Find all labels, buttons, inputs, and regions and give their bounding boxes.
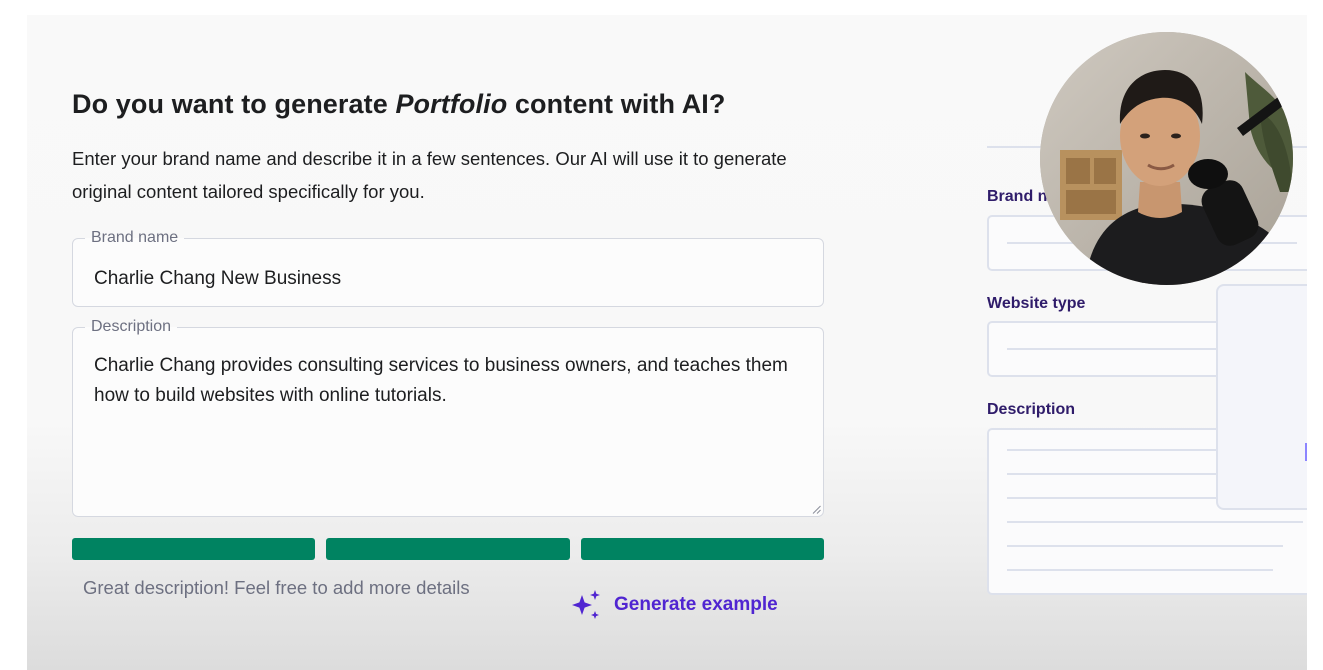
description-label: Description [91,318,172,335]
strength-segment [72,538,316,560]
description-textarea[interactable]: Charlie Chang provides consulting servic… [94,351,804,411]
description-field[interactable]: Description Charlie Chang provides consu… [72,318,824,517]
preview-description-label: Description [987,401,1076,418]
page-title: Do you want to generate Portfolio conten… [72,89,726,120]
sparkles-icon [572,590,600,619]
strength-segment [580,538,824,560]
brand-name-input[interactable]: Charlie Chang New Business [94,264,341,294]
preview-brand-label: Brand n [987,188,1048,205]
generate-example-label: Generate example [614,594,778,615]
page-subtitle: Enter your brand name and describe it in… [72,148,787,202]
page-background: Do you want to generate Portfolio conten… [27,15,1307,670]
strength-segment [326,538,570,560]
preview-placeholder-line [1007,348,1237,350]
resize-handle-icon[interactable] [812,505,821,514]
title-text-end: content with AI? [507,89,726,119]
generate-example-button[interactable]: Generate example [570,588,778,622]
preview-website-type-label: Website type [987,295,1086,312]
preview-popup-card [1216,284,1307,510]
preview-placeholder-line [1007,473,1237,475]
presenter-illustration [1040,32,1293,285]
brand-name-field[interactable]: Brand name Charlie Chang New Business [72,229,824,307]
brand-name-label: Brand name [91,229,179,246]
description-hint: Great description! Feel free to add more… [83,577,470,598]
preview-placeholder-line [1007,521,1303,523]
title-emphasis: Portfolio [395,89,508,119]
preview-placeholder-line [1007,449,1237,451]
preview-placeholder-line [1007,497,1237,499]
preview-placeholder-line [1007,545,1283,547]
description-strength-meter [72,538,824,560]
preview-cursor-mark [1305,443,1307,461]
presenter-avatar [1040,32,1293,285]
preview-placeholder-line [1007,569,1273,571]
title-text: Do you want to generate [72,89,396,119]
